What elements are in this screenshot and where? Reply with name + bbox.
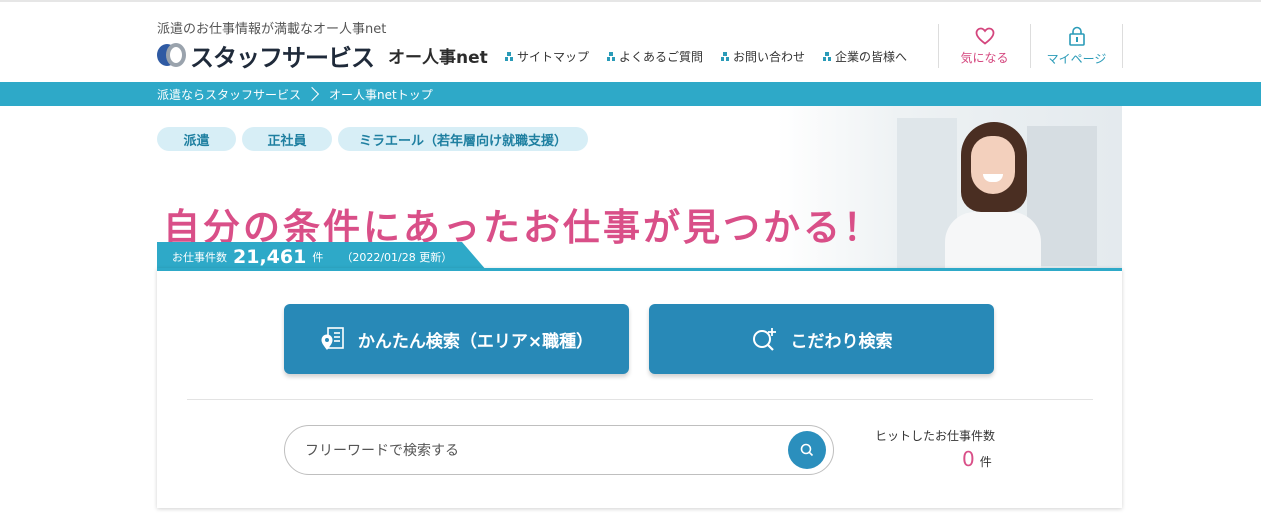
detail-search-button[interactable]: こだわり検索 (649, 304, 994, 374)
map-list-icon (321, 327, 344, 350)
nav-label: サイトマップ (517, 50, 590, 64)
search-plus-icon (752, 328, 776, 351)
job-count-label: お仕事件数 (172, 250, 227, 264)
category-miraeru[interactable]: ミラエール（若年層向け就職支援） (338, 127, 588, 151)
job-count-unit: 件 (312, 250, 324, 264)
hit-count-label: ヒットしたお仕事件数 (875, 429, 996, 443)
hit-count: ヒットしたお仕事件数 0 件 (875, 427, 996, 471)
nav-label: お問い合わせ (733, 50, 806, 64)
category-haken[interactable]: 派遣 (157, 127, 236, 151)
tagline: 派遣のお仕事情報が満載なオー人事net (157, 22, 387, 37)
breadcrumb: 派遣ならスタッフサービス オー人事netトップ (0, 82, 1261, 106)
sitemap-icon (823, 51, 832, 62)
category-seishain[interactable]: 正社員 (242, 127, 332, 151)
easy-search-label: かんたん検索（エリア×職種） (357, 331, 594, 352)
logo-text: スタッフサービス (190, 43, 375, 72)
freeword-search-input[interactable] (303, 426, 787, 476)
job-count-date: （2022/01/28 更新） (341, 250, 453, 264)
header-nav: サイトマップ よくあるご質問 お問い合わせ 企業の皆様へ (505, 48, 907, 65)
mypage-button[interactable]: マイページ (1030, 24, 1123, 68)
favorite-label: 気になる (960, 50, 1009, 65)
breadcrumb-item-home[interactable]: 派遣ならスタッフサービス (157, 86, 301, 103)
search-submit-button[interactable] (788, 431, 826, 469)
chevron-right-icon (304, 86, 320, 102)
nav-faq[interactable]: よくあるご質問 (607, 48, 703, 65)
nav-label: 企業の皆様へ (835, 50, 908, 64)
smiling-woman-image (941, 122, 1041, 270)
site-header: 派遣のお仕事情報が満載なオー人事net スタッフサービス オー人事net サイト… (0, 2, 1261, 82)
hit-count-value: 0 (962, 447, 975, 471)
favorite-button[interactable]: 気になる (938, 24, 1030, 68)
hit-count-unit: 件 (979, 455, 992, 469)
divider (187, 399, 1093, 400)
nav-label: よくあるご質問 (619, 50, 704, 64)
nav-business[interactable]: 企業の皆様へ (823, 48, 907, 65)
search-panel: かんたん検索（エリア×職種） こだわり検索 ヒットしたお仕事件数 0 件 (157, 268, 1122, 508)
site-logo[interactable]: スタッフサービス オー人事net (157, 40, 488, 72)
nav-sitemap[interactable]: サイトマップ (505, 48, 589, 65)
sitemap-icon (721, 51, 730, 62)
heart-icon (975, 27, 994, 45)
logo-mark-icon (157, 42, 187, 68)
mypage-label: マイページ (1046, 51, 1107, 66)
sitemap-icon (607, 51, 616, 62)
job-count-value: 21,461 (233, 245, 307, 268)
easy-search-button[interactable]: かんたん検索（エリア×職種） (284, 304, 629, 374)
header-buttons: 気になる マイページ (938, 24, 1123, 68)
breadcrumb-item-current: オー人事netトップ (329, 87, 433, 102)
search-icon (800, 443, 814, 457)
sitemap-icon (505, 51, 513, 62)
logo-subtitle: オー人事net (388, 47, 488, 68)
category-tabs: 派遣 正社員 ミラエール（若年層向け就職支援） (157, 127, 588, 151)
lock-icon (1068, 26, 1085, 46)
detail-search-label: こだわり検索 (790, 331, 893, 352)
nav-contact[interactable]: お問い合わせ (721, 48, 805, 65)
freeword-search (284, 425, 834, 476)
